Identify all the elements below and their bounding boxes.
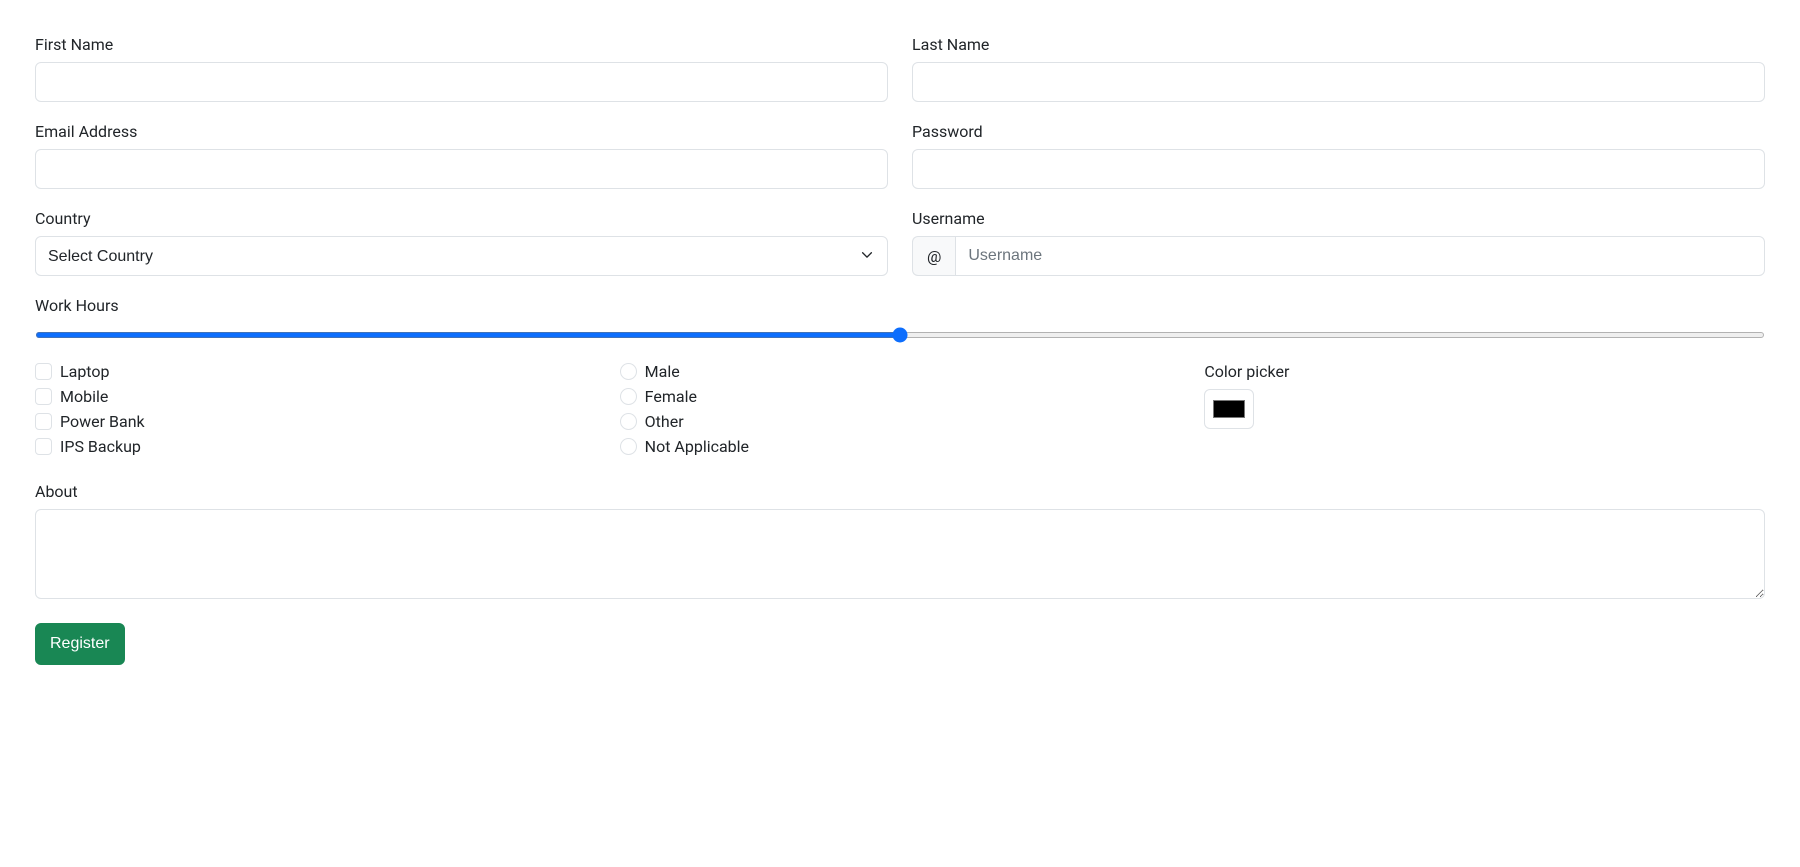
- male-radio[interactable]: [620, 363, 637, 380]
- about-textarea[interactable]: [35, 509, 1765, 599]
- ips-backup-checkbox[interactable]: [35, 438, 52, 455]
- work-hours-slider[interactable]: [35, 332, 1765, 338]
- power-bank-checkbox[interactable]: [35, 413, 52, 430]
- first-name-input[interactable]: [35, 62, 888, 102]
- color-picker-input[interactable]: [1204, 389, 1254, 429]
- password-label: Password: [912, 122, 1765, 141]
- color-picker-label: Color picker: [1204, 362, 1765, 381]
- male-radio-label[interactable]: Male: [645, 362, 680, 381]
- last-name-input[interactable]: [912, 62, 1765, 102]
- username-label: Username: [912, 209, 1765, 228]
- country-select[interactable]: Select Country: [35, 236, 888, 276]
- not-applicable-radio[interactable]: [620, 438, 637, 455]
- not-applicable-radio-label[interactable]: Not Applicable: [645, 437, 749, 456]
- first-name-label: First Name: [35, 35, 888, 54]
- laptop-checkbox[interactable]: [35, 363, 52, 380]
- female-radio-label[interactable]: Female: [645, 387, 697, 406]
- password-input[interactable]: [912, 149, 1765, 189]
- register-button[interactable]: Register: [35, 623, 125, 665]
- at-symbol-addon: @: [912, 236, 955, 276]
- registration-form: First Name Last Name Email Address Passw…: [35, 35, 1765, 665]
- last-name-label: Last Name: [912, 35, 1765, 54]
- username-input[interactable]: [955, 236, 1765, 276]
- about-label: About: [35, 482, 1765, 501]
- other-radio-label[interactable]: Other: [645, 412, 684, 431]
- email-input[interactable]: [35, 149, 888, 189]
- email-label: Email Address: [35, 122, 888, 141]
- female-radio[interactable]: [620, 388, 637, 405]
- ips-backup-checkbox-label[interactable]: IPS Backup: [60, 437, 141, 456]
- laptop-checkbox-label[interactable]: Laptop: [60, 362, 110, 381]
- mobile-checkbox-label[interactable]: Mobile: [60, 387, 108, 406]
- mobile-checkbox[interactable]: [35, 388, 52, 405]
- other-radio[interactable]: [620, 413, 637, 430]
- country-label: Country: [35, 209, 888, 228]
- work-hours-label: Work Hours: [35, 296, 1765, 315]
- power-bank-checkbox-label[interactable]: Power Bank: [60, 412, 145, 431]
